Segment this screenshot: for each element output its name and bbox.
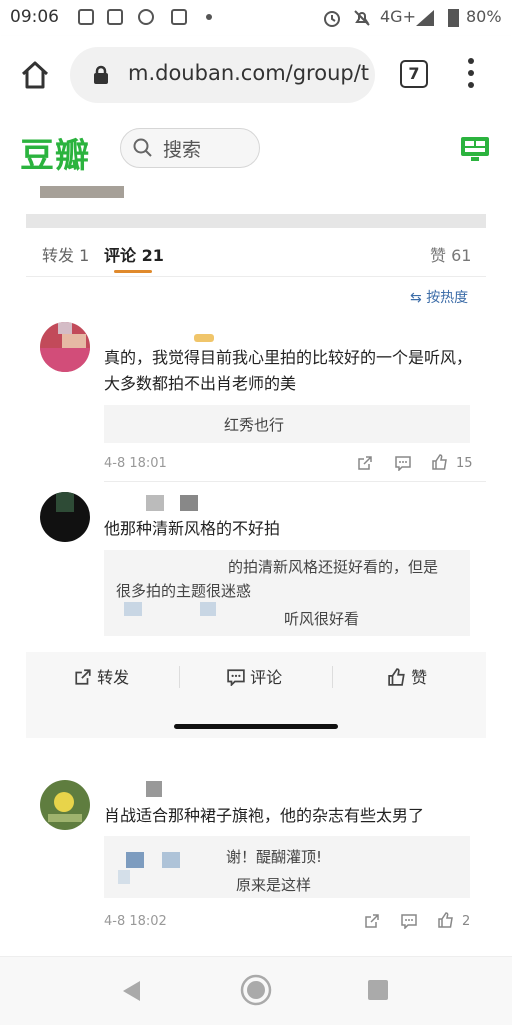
- like-button[interactable]: 赞: [388, 664, 427, 688]
- like-icon[interactable]: [432, 454, 448, 470]
- tab-likes[interactable]: 赞 61: [430, 242, 471, 266]
- network-type: 4G+: [380, 7, 416, 26]
- desktop-icon[interactable]: [460, 136, 490, 162]
- like-icon[interactable]: [438, 912, 454, 928]
- search-input[interactable]: 搜索: [120, 128, 260, 168]
- reply-box[interactable]: 红秀也行: [104, 405, 470, 443]
- tab-switcher-button[interactable]: 7: [400, 60, 428, 88]
- address-bar[interactable]: m.douban.com/group/t: [70, 47, 375, 103]
- like-count: 2: [462, 914, 471, 929]
- comment-text: 真的，我觉得目前我心里拍的比较好的一个是听风，大多数都拍不出肖老师的美: [104, 348, 473, 393]
- search-placeholder: 搜索: [163, 139, 202, 161]
- reply-text: 听风很好看: [284, 610, 360, 628]
- lock-icon: [94, 65, 108, 84]
- more-notifications-icon: [206, 14, 212, 20]
- url-text: m.douban.com/group/t: [128, 61, 370, 85]
- status-time: 09:06: [10, 7, 59, 27]
- reply-text: 原来是这样: [236, 876, 312, 894]
- separator: [179, 666, 180, 688]
- username-emoji: [194, 334, 214, 342]
- share-icon[interactable]: [364, 913, 380, 929]
- notification-icon: [138, 9, 154, 25]
- douban-logo[interactable]: 豆瓣: [20, 128, 90, 177]
- recents-icon[interactable]: [368, 980, 388, 1000]
- site-header: 豆瓣 搜索: [0, 114, 512, 186]
- notification-icon: [107, 9, 123, 25]
- search-icon: [133, 138, 152, 157]
- sort-by-hot-button[interactable]: ⇆ 按热度: [410, 287, 468, 307]
- comment-button[interactable]: 评论: [227, 664, 282, 688]
- comment-text: 他那种清新风格的不好拍: [104, 519, 281, 538]
- reply-text: 红秀也行: [224, 416, 285, 434]
- divider: [104, 481, 486, 482]
- battery-level: 80%: [466, 7, 502, 26]
- divider: [26, 276, 486, 277]
- avatar[interactable]: [40, 322, 90, 372]
- like-label: 赞: [411, 668, 428, 687]
- comment-time: 4-8 18:02: [104, 914, 167, 929]
- signal-icon: [416, 10, 434, 26]
- reply-text: 谢！醍醐灌顶!: [226, 848, 323, 866]
- alarm-icon: [324, 11, 340, 27]
- comment-text: 肖战适合那种裙子旗袍，他的杂志有些太男了: [104, 806, 425, 825]
- username-blurred: [146, 495, 164, 511]
- home-button-icon[interactable]: [240, 974, 272, 1006]
- comment-time: 4-8 18:01: [104, 456, 167, 471]
- system-nav-bar: [0, 956, 512, 1025]
- separator: [332, 666, 333, 688]
- tab-comments[interactable]: 评论 21: [104, 242, 164, 266]
- share-icon: [75, 669, 91, 685]
- like-count: 15: [456, 456, 473, 471]
- post-action-bar: 转发 评论 赞: [26, 652, 486, 738]
- home-icon[interactable]: [20, 60, 50, 90]
- reply-text: 很多拍的主题很迷惑: [116, 582, 252, 600]
- status-bar: 09:06 4G+ 80%: [0, 0, 512, 36]
- mute-icon: [354, 10, 370, 26]
- sort-label: 按热度: [426, 290, 469, 306]
- reply-box[interactable]: 谢！醍醐灌顶! 原来是这样: [104, 836, 470, 898]
- reply-icon[interactable]: [395, 455, 411, 471]
- back-icon[interactable]: [120, 979, 144, 1003]
- reply-text: 的拍清新风格还挺好看的，但是: [228, 558, 439, 576]
- tab-forwards[interactable]: 转发 1: [42, 242, 89, 266]
- sort-icon: ⇆: [410, 290, 427, 306]
- username-blurred: [146, 781, 162, 797]
- battery-icon: [448, 9, 459, 27]
- post-image-partial: [40, 186, 124, 198]
- avatar[interactable]: [40, 492, 90, 542]
- active-tab-indicator: [114, 270, 152, 273]
- share-icon[interactable]: [357, 455, 373, 471]
- comment-icon: [227, 669, 245, 687]
- notification-icon: [171, 9, 187, 25]
- reply-box[interactable]: 的拍清新风格还挺好看的，但是 很多拍的主题很迷惑 听风很好看: [104, 550, 470, 636]
- username-blurred: [180, 495, 198, 511]
- forward-label: 转发: [97, 668, 130, 687]
- avatar[interactable]: [40, 780, 90, 830]
- more-options-icon[interactable]: [468, 58, 476, 92]
- forward-button[interactable]: 转发: [74, 664, 129, 688]
- browser-toolbar: m.douban.com/group/t 7: [0, 36, 512, 114]
- notification-icon: [78, 9, 94, 25]
- section-divider: [26, 214, 486, 228]
- home-indicator: [174, 724, 338, 729]
- reply-icon[interactable]: [401, 913, 417, 929]
- comment-label: 评论: [250, 668, 283, 687]
- like-icon: [388, 668, 405, 686]
